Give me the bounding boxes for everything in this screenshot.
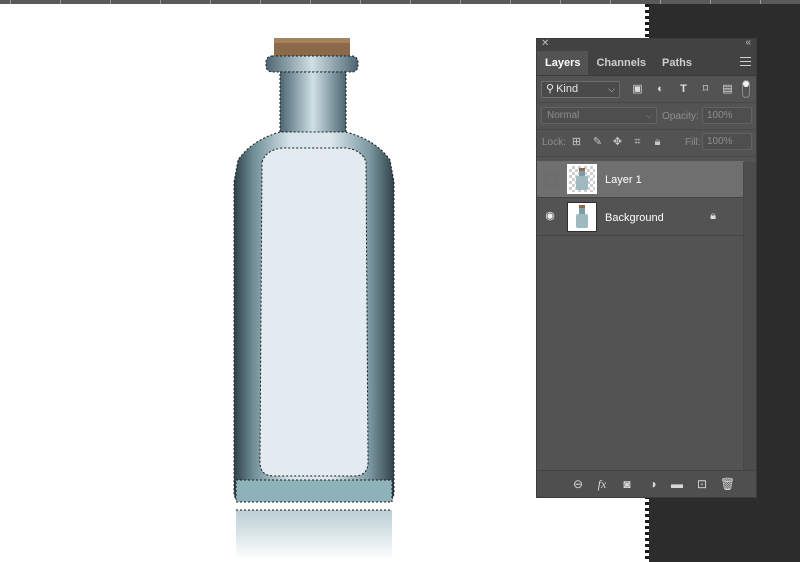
chevron-down-icon: ⌵: [645, 111, 652, 120]
tab-channels[interactable]: Channels: [588, 51, 654, 75]
blend-mode-value: Normal: [547, 110, 580, 121]
chevron-down-icon: ⌵: [608, 84, 615, 94]
search-icon: ⚲: [546, 83, 555, 95]
bottle-thumbnail-icon: [576, 205, 588, 228]
layers-scrollbar[interactable]: [743, 162, 756, 471]
add-mask-icon[interactable]: ◙: [620, 477, 634, 491]
layer-thumbnail: [567, 202, 597, 232]
lock-icon: 🔒︎: [710, 210, 716, 222]
image-filter-icon[interactable]: ▣: [631, 83, 644, 96]
fill-field[interactable]: 100%: [702, 133, 752, 150]
link-layers-icon[interactable]: ⊖: [571, 477, 585, 491]
layer-row-background[interactable]: ◉ Background 🔒︎: [537, 199, 744, 236]
tab-layers[interactable]: Layers: [537, 51, 589, 75]
lock-image-pixels-icon[interactable]: ✎: [591, 136, 604, 149]
layer-name[interactable]: Layer 1: [605, 174, 642, 186]
visibility-toggle-empty[interactable]: [545, 174, 557, 186]
smart-object-filter-icon[interactable]: ▤: [721, 83, 734, 96]
eye-icon[interactable]: ◉: [543, 209, 557, 223]
blend-row: Normal ⌵ Opacity: 100%: [537, 103, 756, 130]
lock-row: Lock: ⊞ ✎ ✥ ⌗ 🔒︎ Fill: 100%: [537, 130, 756, 157]
opacity-field[interactable]: 100%: [702, 107, 752, 124]
panel-titlebar: ✕ «: [537, 37, 756, 51]
bottle-thumbnail-icon: [576, 168, 588, 190]
new-layer-icon[interactable]: ⊡: [695, 477, 709, 491]
kind-filter-label: Kind: [556, 83, 579, 95]
fx-icon[interactable]: fx: [595, 477, 609, 491]
panel-menu-icon[interactable]: [740, 57, 751, 66]
group-folder-icon[interactable]: ▬: [670, 477, 684, 491]
layer-thumbnail: [567, 164, 597, 194]
shape-filter-icon[interactable]: ⌑: [699, 83, 712, 96]
panel-tabs: Layers Channels Paths: [537, 51, 756, 76]
panel-footer: ⊖ fx ◙ ◑ ▬ ⊡ 🗑︎: [537, 470, 756, 497]
opacity-value: 100%: [707, 110, 733, 121]
kind-filter-dropdown[interactable]: ⚲ Kind ⌵: [541, 81, 620, 98]
filter-toggle[interactable]: [742, 80, 750, 98]
layer-row-layer-1[interactable]: Layer 1: [537, 161, 744, 198]
fill-label: Fill:: [685, 137, 701, 148]
adjustment-filter-icon[interactable]: ◐: [654, 83, 667, 96]
lock-label: Lock:: [542, 137, 566, 148]
layer-name[interactable]: Background: [605, 212, 664, 224]
lock-artboard-icon[interactable]: ⌗: [631, 136, 644, 149]
opacity-label: Opacity:: [662, 111, 699, 122]
lock-transparent-pixels-icon[interactable]: ⊞: [570, 136, 583, 149]
close-icon[interactable]: ✕: [541, 38, 549, 49]
lock-all-icon[interactable]: 🔒︎: [651, 136, 664, 149]
adjustment-layer-icon[interactable]: ◑: [646, 477, 660, 491]
layers-panel: ✕ « Layers Channels Paths ⚲ Kind ⌵ ▣ ◐ T …: [536, 37, 757, 498]
collapse-icon[interactable]: «: [745, 37, 751, 48]
bottle-image: [233, 38, 395, 560]
type-filter-icon[interactable]: T: [677, 83, 690, 96]
lock-position-icon[interactable]: ✥: [611, 136, 624, 149]
tab-paths[interactable]: Paths: [654, 51, 700, 75]
fill-value: 100%: [707, 136, 733, 147]
filter-row: ⚲ Kind ⌵ ▣ ◐ T ⌑ ▤: [537, 76, 756, 103]
trash-icon[interactable]: 🗑︎: [720, 477, 735, 491]
blend-mode-select[interactable]: Normal ⌵: [541, 107, 657, 124]
